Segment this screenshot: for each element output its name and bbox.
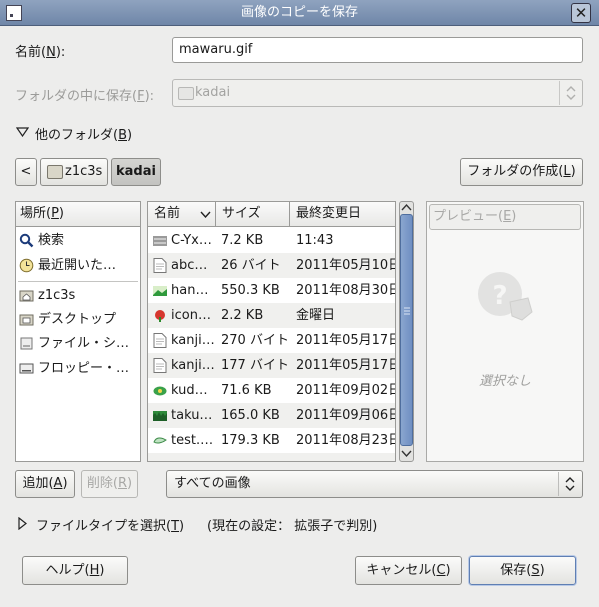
file-row[interactable]: kud… 71.6 KB 2011年09月02日	[148, 378, 395, 403]
place-recent[interactable]: 最近開いた…	[16, 253, 162, 278]
filetype-expander[interactable]: ファイルタイプを選択(T) (現在の設定： 拡張子で判別)	[15, 515, 415, 534]
file-row[interactable]: icon… 2.2 KB 金曜日	[148, 303, 395, 328]
filesystem-icon	[20, 337, 33, 350]
recent-icon	[19, 258, 34, 273]
add-button[interactable]: 追加(A)	[15, 470, 75, 498]
file-row[interactable]: abc… 26 バイト 2011年05月10日	[148, 253, 395, 278]
place-floppy[interactable]: フロッピー・…	[16, 356, 162, 381]
file-filter-combo[interactable]: すべての画像	[166, 470, 583, 498]
scroll-up-arrow-icon[interactable]	[401, 203, 412, 212]
save-in-label: フォルダの中に保存(F):	[15, 89, 155, 104]
path-item-home[interactable]: z1c3s	[40, 158, 108, 186]
floppy-icon	[19, 363, 34, 374]
path-item-kadai[interactable]: kadai	[111, 158, 161, 186]
window-title: 画像のコピーを保存	[240, 5, 358, 20]
file-row[interactable]: kanji… 270 バイト 2011年05月17日	[148, 328, 395, 353]
image-file-icon	[153, 286, 167, 296]
sort-descending-icon	[200, 211, 211, 218]
search-icon	[19, 233, 34, 248]
image-file-icon	[153, 236, 167, 246]
combo-divider	[559, 81, 560, 105]
file-row[interactable]: test.… 179.3 KB 2011年08月23日	[148, 428, 395, 453]
folder-icon	[178, 87, 194, 100]
file-row[interactable]: han… 550.3 KB 2011年08月30日	[148, 278, 395, 303]
no-preview-icon: ?	[478, 272, 533, 321]
column-header-size[interactable]: サイズ	[216, 201, 290, 227]
column-header-modified[interactable]: 最終変更日	[290, 201, 396, 227]
file-name-input[interactable]: mawaru.gif	[172, 37, 583, 63]
image-file-icon	[153, 386, 167, 396]
text-file-icon	[153, 258, 167, 273]
filetype-current-setting: (現在の設定： 拡張子で判別)	[207, 519, 378, 534]
text-file-icon	[153, 358, 167, 373]
close-button[interactable]: ✕	[571, 3, 591, 23]
expander-down-icon	[16, 127, 29, 137]
file-row[interactable]: C-Yx… 7.2 KB 11:43	[148, 228, 395, 253]
file-row[interactable]: taku… 165.0 KB 2011年09月06日	[148, 403, 395, 428]
home-folder-icon	[47, 165, 63, 179]
text-file-icon	[153, 333, 167, 348]
places-header[interactable]: 場所(P)	[15, 201, 141, 227]
places-separator	[18, 281, 138, 282]
place-desktop[interactable]: デスクトップ	[16, 307, 162, 332]
save-button[interactable]: 保存(S)	[469, 556, 576, 585]
image-file-icon	[153, 437, 167, 444]
help-button[interactable]: ヘルプ(H)	[22, 556, 128, 585]
scrollbar-thumb[interactable]	[400, 214, 413, 446]
place-filesystem[interactable]: ファイル・シ…	[16, 331, 162, 356]
places-list: 検索 最近開いた… z1c3s デスクトップ ファイル・シ… フロッピー・…	[15, 226, 141, 462]
scroll-down-arrow-icon[interactable]	[401, 449, 412, 458]
svg-text:?: ?	[492, 281, 507, 311]
column-header-name[interactable]: 名前	[147, 201, 216, 227]
image-file-icon	[153, 411, 167, 421]
no-selection-label: 選択なし	[478, 374, 531, 389]
desktop-folder-icon	[19, 314, 34, 326]
preview-panel	[426, 201, 584, 462]
create-folder-button[interactable]: フォルダの作成(L)	[460, 158, 583, 186]
image-file-icon	[155, 310, 165, 322]
remove-button: 削除(R)	[81, 470, 138, 498]
file-row-partial[interactable]	[148, 453, 395, 461]
file-list: C-Yx… 7.2 KB 11:43 abc… 26 バイト 2011年05月1…	[147, 226, 396, 462]
place-home[interactable]: z1c3s	[16, 283, 162, 308]
preview-button: プレビュー(E)	[429, 204, 581, 230]
scrollbar-grip-icon	[404, 307, 410, 315]
file-row[interactable]: kanji… 177 バイト 2011年05月17日	[148, 353, 395, 378]
updown-arrows-icon	[566, 86, 576, 100]
expander-right-icon	[18, 517, 27, 530]
cancel-button[interactable]: キャンセル(C)	[355, 556, 462, 585]
save-in-value: kadai	[195, 85, 231, 100]
save-in-combo[interactable]: kadai	[172, 79, 583, 107]
name-label: 名前(N):	[15, 45, 66, 60]
combo-divider	[558, 472, 559, 496]
path-back-button[interactable]: <	[15, 158, 37, 186]
home-folder-icon	[19, 290, 34, 302]
updown-arrows-icon	[565, 477, 575, 491]
place-search[interactable]: 検索	[16, 228, 162, 253]
